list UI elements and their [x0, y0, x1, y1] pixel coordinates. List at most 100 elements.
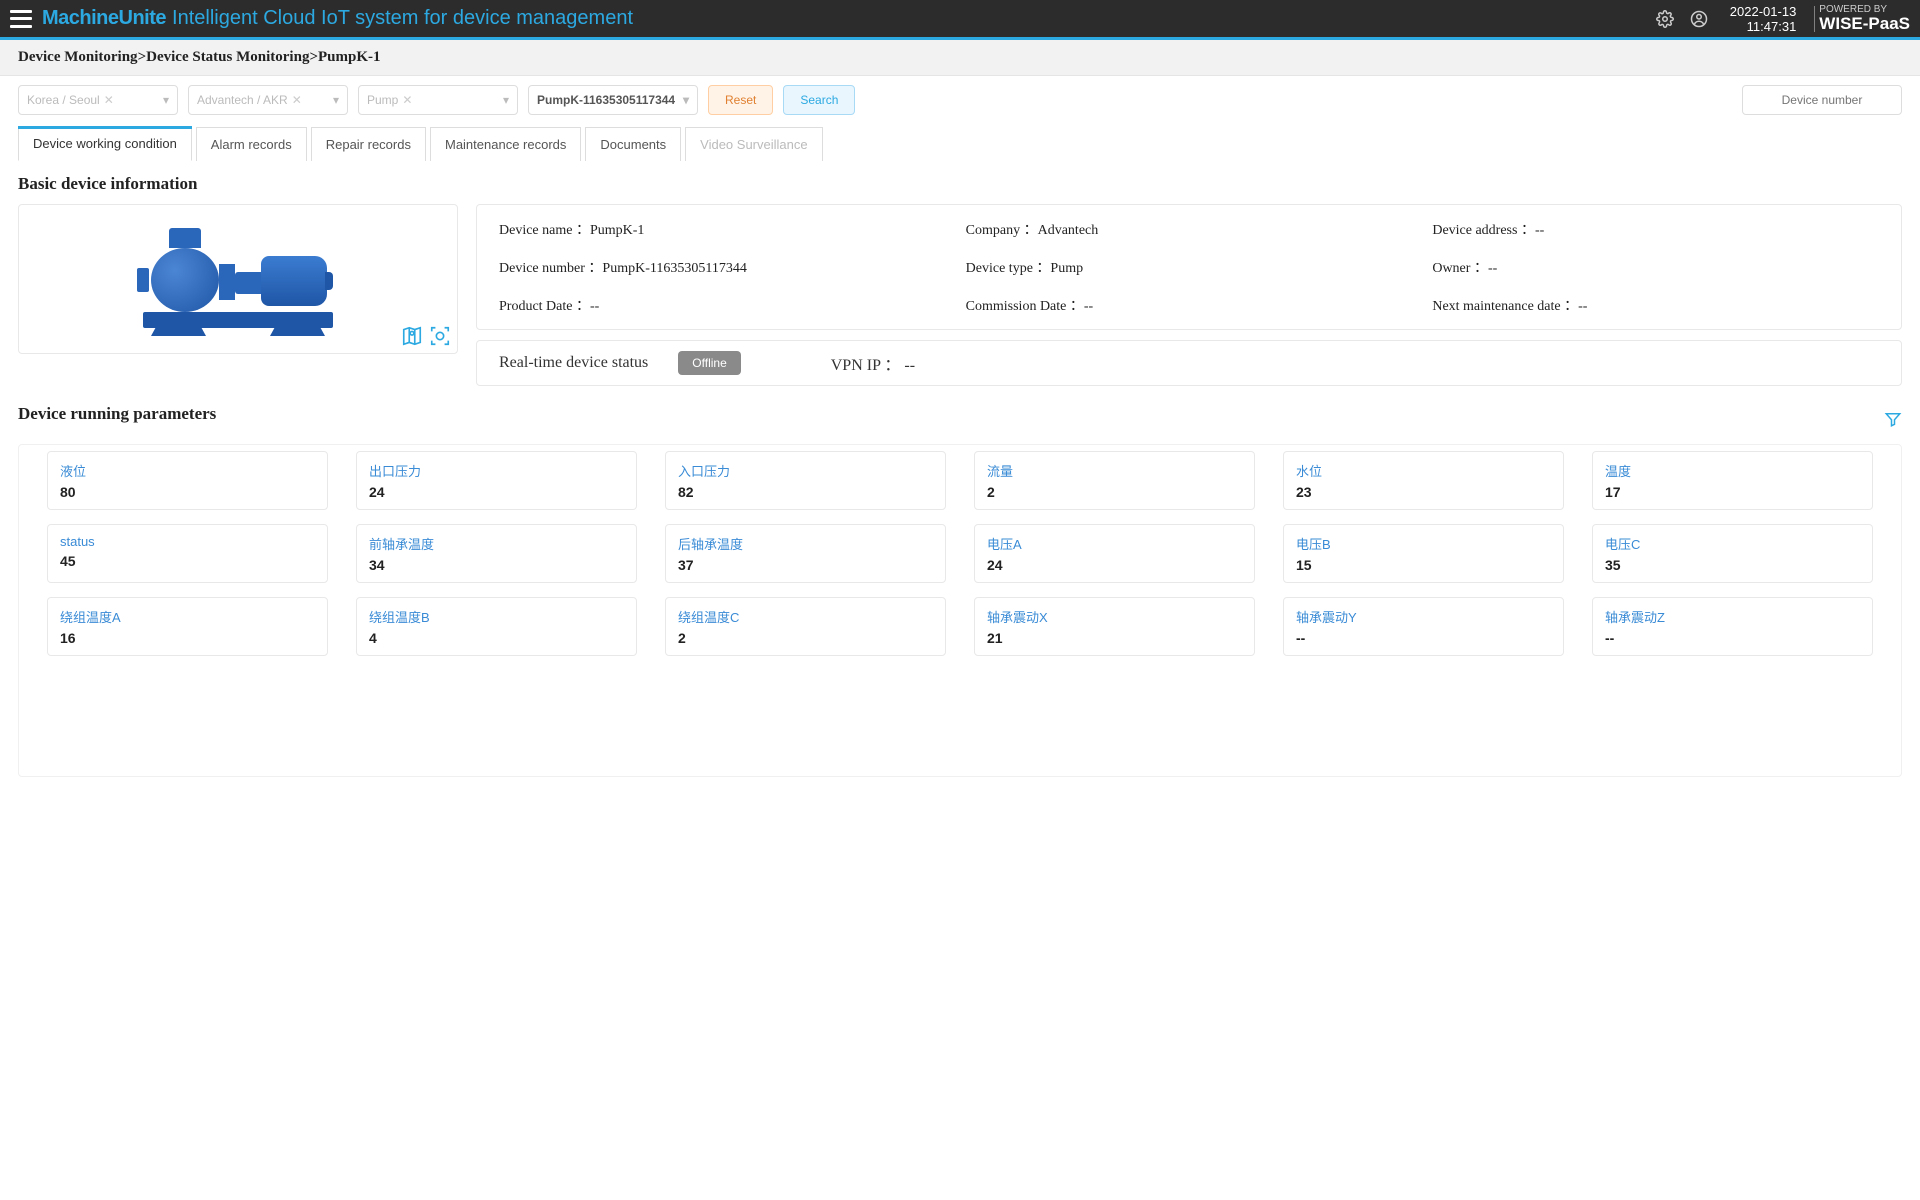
param-card[interactable]: 绕组温度A16	[47, 597, 328, 656]
tab-repair-records[interactable]: Repair records	[311, 127, 426, 161]
params-grid: 液位80出口压力24入口压力82流量2水位23温度17status45前轴承温度…	[18, 444, 1902, 777]
param-label: 电压A	[987, 534, 1242, 553]
param-value: 16	[60, 630, 315, 646]
param-value: 24	[987, 557, 1242, 573]
param-card[interactable]: 轴承震动Y--	[1283, 597, 1564, 656]
filter-icon[interactable]	[1884, 410, 1902, 428]
close-icon[interactable]: ✕	[104, 93, 114, 107]
status-badge: Offline	[678, 351, 740, 375]
hamburger-icon[interactable]	[10, 10, 32, 28]
chevron-down-icon: ▾	[163, 93, 169, 107]
param-label: 出口压力	[369, 461, 624, 480]
param-card[interactable]: 流量2	[974, 451, 1255, 510]
tab-video-surveillance: Video Surveillance	[685, 127, 822, 161]
param-value: 24	[369, 484, 624, 500]
value-name: PumpK-1	[590, 223, 644, 238]
region-value: Korea / Seoul	[27, 93, 100, 107]
param-card[interactable]: 水位23	[1283, 451, 1564, 510]
label-address: Device address	[1432, 223, 1535, 238]
breadcrumb-l3: PumpK-1	[318, 49, 381, 66]
param-card[interactable]: 轴承震动X21	[974, 597, 1255, 656]
param-value: 15	[1296, 557, 1551, 573]
chevron-down-icon: ▾	[503, 93, 509, 107]
param-value: 2	[987, 484, 1242, 500]
section-basic-title: Basic device information	[18, 174, 1902, 194]
value-owner: --	[1488, 261, 1497, 276]
breadcrumb-l1[interactable]: Device Monitoring	[18, 49, 138, 66]
param-value: 17	[1605, 484, 1860, 500]
powered-by: POWERED BY WISE-PaaS	[1819, 5, 1910, 32]
param-card[interactable]: 前轴承温度34	[356, 524, 637, 583]
param-label: 绕组温度B	[369, 607, 624, 626]
device-select[interactable]: PumpK-11635305117344 ▾	[528, 85, 698, 115]
close-icon[interactable]: ✕	[292, 93, 302, 107]
param-value: 4	[369, 630, 624, 646]
close-icon[interactable]: ✕	[402, 93, 412, 107]
param-value: 23	[1296, 484, 1551, 500]
tab-documents[interactable]: Documents	[585, 127, 681, 161]
reset-button[interactable]: Reset	[708, 85, 773, 115]
param-value: 37	[678, 557, 933, 573]
param-value: 80	[60, 484, 315, 500]
param-card[interactable]: 入口压力82	[665, 451, 946, 510]
label-name: Device name	[499, 223, 590, 238]
gear-icon[interactable]	[1656, 10, 1674, 28]
label-commission-date: Commission Date	[966, 299, 1084, 314]
param-card[interactable]: status45	[47, 524, 328, 583]
param-card[interactable]: 出口压力 24	[356, 451, 637, 510]
region-select[interactable]: Korea / Seoul ✕ ▾	[18, 85, 178, 115]
device-status-card: Real-time device status Offline VPN IP ：…	[476, 340, 1902, 386]
vendor-value: Advantech / AKR	[197, 93, 288, 107]
header-date: 2022-01-13	[1730, 4, 1797, 19]
param-label: 电压C	[1605, 534, 1860, 553]
param-label: 前轴承温度	[369, 534, 624, 553]
value-commission-date: --	[1084, 299, 1093, 314]
param-label: status	[60, 534, 315, 549]
param-label: 电压B	[1296, 534, 1551, 553]
param-value: 2	[678, 630, 933, 646]
breadcrumb-sep: >	[138, 49, 147, 66]
search-button[interactable]: Search	[783, 85, 855, 115]
type-select[interactable]: Pump ✕ ▾	[358, 85, 518, 115]
brand-primary: MachineUnite	[42, 7, 166, 30]
realtime-status-label: Real-time device status	[499, 354, 648, 372]
vendor-select[interactable]: Advantech / AKR ✕ ▾	[188, 85, 348, 115]
param-card[interactable]: 绕组温度B 4	[356, 597, 637, 656]
label-next-maint: Next maintenance date	[1432, 299, 1578, 314]
value-number: PumpK-11635305117344	[602, 261, 746, 276]
tab-working-condition[interactable]: Device working condition	[18, 126, 192, 161]
param-value: 35	[1605, 557, 1860, 573]
tab-bar: Device working condition Alarm records R…	[0, 124, 1920, 160]
device-image-card	[18, 204, 458, 354]
value-devtype: Pump	[1050, 261, 1083, 276]
value-address: --	[1535, 223, 1544, 238]
param-card[interactable]: 轴承震动Z--	[1592, 597, 1873, 656]
param-card[interactable]: 绕组温度C2	[665, 597, 946, 656]
param-card[interactable]: 电压B 15	[1283, 524, 1564, 583]
value-product-date: --	[590, 299, 599, 314]
breadcrumb-l2[interactable]: Device Status Monitoring	[146, 49, 309, 66]
param-label: 入口压力	[678, 461, 933, 480]
param-card[interactable]: 温度 17	[1592, 451, 1873, 510]
device-number-input[interactable]	[1742, 85, 1902, 115]
chevron-down-icon: ▾	[333, 93, 339, 107]
tab-alarm-records[interactable]: Alarm records	[196, 127, 307, 161]
map-icon[interactable]	[401, 325, 423, 347]
param-card[interactable]: 后轴承温度37	[665, 524, 946, 583]
scan-icon[interactable]	[429, 325, 451, 347]
param-card[interactable]: 液位80	[47, 451, 328, 510]
breadcrumb: Device Monitoring > Device Status Monito…	[0, 40, 1920, 76]
label-number: Device number	[499, 261, 602, 276]
chevron-down-icon: ▾	[683, 93, 689, 107]
param-label: 温度	[1605, 461, 1860, 480]
value-next-maint: --	[1578, 299, 1587, 314]
param-card[interactable]: 电压C 35	[1592, 524, 1873, 583]
breadcrumb-sep: >	[309, 49, 318, 66]
device-value: PumpK-11635305117344	[537, 93, 675, 107]
param-card[interactable]: 电压A 24	[974, 524, 1255, 583]
tab-maintenance-records[interactable]: Maintenance records	[430, 127, 581, 161]
param-label: 轴承震动X	[987, 607, 1242, 626]
section-running-title: Device running parameters	[18, 404, 216, 424]
content-area: Basic device information Device namePump…	[0, 160, 1920, 791]
user-icon[interactable]	[1690, 10, 1708, 28]
